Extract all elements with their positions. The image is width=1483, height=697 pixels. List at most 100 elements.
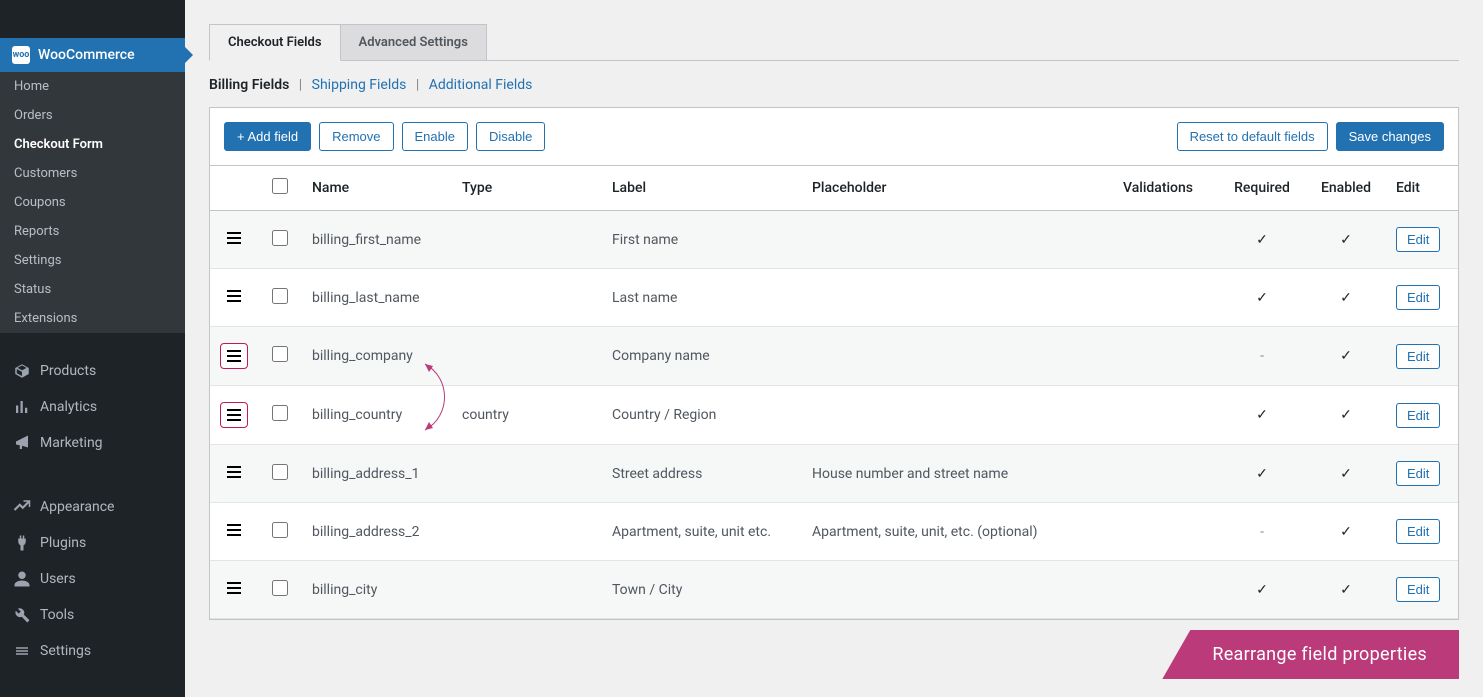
cell-label: Country / Region <box>602 386 802 445</box>
table-row: billing_company Company name -✓ Edit <box>210 327 1458 386</box>
add-field-button[interactable]: + Add field <box>224 122 311 151</box>
sidebar-item-label: Products <box>40 363 96 379</box>
table-row: billing_countrycountryCountry / Region✓✓… <box>210 386 1458 445</box>
col-name: Name <box>302 166 452 211</box>
cell-required: ✓ <box>1218 561 1306 619</box>
cell-placeholder: House number and street name <box>802 445 1098 503</box>
drag-handle-icon[interactable] <box>220 402 248 428</box>
cell-validations <box>1098 211 1218 269</box>
sidebar-item-label: Analytics <box>40 399 97 415</box>
drag-handle-icon[interactable] <box>227 582 241 594</box>
sidebar-sub-item[interactable]: Settings <box>0 246 185 275</box>
cell-name: billing_city <box>302 561 452 619</box>
table-row: billing_address_1Street addressHouse num… <box>210 445 1458 503</box>
cell-validations <box>1098 445 1218 503</box>
cell-required: ✓ <box>1218 211 1306 269</box>
sidebar-sub-item[interactable]: Status <box>0 275 185 304</box>
sidebar-sub-item[interactable]: Checkout Form <box>0 130 185 159</box>
edit-row-button[interactable]: Edit <box>1396 227 1440 252</box>
sidebar-item-products[interactable]: Products <box>0 353 185 389</box>
sidebar-item-users[interactable]: Users <box>0 561 185 597</box>
sidebar-sub-item[interactable]: Home <box>0 72 185 101</box>
cell-placeholder <box>802 327 1098 386</box>
subtab[interactable]: Additional Fields <box>429 77 533 93</box>
sidebar-item-label: Marketing <box>40 435 103 451</box>
remove-button[interactable]: Remove <box>319 122 393 151</box>
row-checkbox[interactable] <box>272 230 288 246</box>
cell-enabled: ✓ <box>1306 327 1386 386</box>
cell-enabled: ✓ <box>1306 503 1386 561</box>
tab[interactable]: Advanced Settings <box>340 24 487 60</box>
cell-validations <box>1098 503 1218 561</box>
select-all-checkbox[interactable] <box>272 178 288 194</box>
cell-label: Company name <box>602 327 802 386</box>
sidebar-sub-item[interactable]: Customers <box>0 159 185 188</box>
sidebar-item-label: Plugins <box>40 535 86 551</box>
plugins-icon <box>12 533 32 553</box>
row-checkbox[interactable] <box>272 464 288 480</box>
edit-row-button[interactable]: Edit <box>1396 461 1440 486</box>
callout-banner: Rearrange field properties <box>1162 630 1459 679</box>
sidebar-item-settings[interactable]: Settings <box>0 633 185 669</box>
edit-row-button[interactable]: Edit <box>1396 344 1440 369</box>
drag-handle-icon[interactable] <box>227 232 241 244</box>
cell-enabled: ✓ <box>1306 445 1386 503</box>
admin-sidebar: woo WooCommerce HomeOrdersCheckout FormC… <box>0 0 185 697</box>
cell-type: country <box>452 386 602 445</box>
row-checkbox[interactable] <box>272 288 288 304</box>
sidebar-parent-woocommerce[interactable]: woo WooCommerce <box>0 38 185 72</box>
drag-handle-icon[interactable] <box>227 524 241 536</box>
cell-name: billing_company <box>302 327 452 386</box>
reset-button[interactable]: Reset to default fields <box>1177 122 1328 151</box>
row-checkbox[interactable] <box>272 522 288 538</box>
sidebar-item-label: Settings <box>40 643 91 659</box>
drag-handle-icon[interactable] <box>227 290 241 302</box>
sidebar-parent-label: WooCommerce <box>38 47 135 63</box>
cell-name: billing_last_name <box>302 269 452 327</box>
edit-row-button[interactable]: Edit <box>1396 519 1440 544</box>
sidebar-sub-item[interactable]: Coupons <box>0 188 185 217</box>
toolbar: + Add field Remove Enable Disable Reset … <box>210 108 1458 165</box>
cell-label: Last name <box>602 269 802 327</box>
enable-button[interactable]: Enable <box>402 122 468 151</box>
save-button[interactable]: Save changes <box>1336 122 1444 151</box>
cell-validations <box>1098 386 1218 445</box>
sidebar-item-appearance[interactable]: Appearance <box>0 489 185 525</box>
row-checkbox[interactable] <box>272 405 288 421</box>
fields-table: Name Type Label Placeholder Validations … <box>210 165 1458 619</box>
cell-type <box>452 561 602 619</box>
subtab[interactable]: Shipping Fields <box>312 77 407 93</box>
cell-validations <box>1098 561 1218 619</box>
sidebar-sub-item[interactable]: Reports <box>0 217 185 246</box>
col-placeholder: Placeholder <box>802 166 1098 211</box>
cell-required: - <box>1218 327 1306 386</box>
edit-row-button[interactable]: Edit <box>1396 403 1440 428</box>
cell-required: ✓ <box>1218 445 1306 503</box>
cell-required: - <box>1218 503 1306 561</box>
callout-text: Rearrange field properties <box>1212 644 1427 665</box>
cell-label: Apartment, suite, unit etc. <box>602 503 802 561</box>
sidebar-item-tools[interactable]: Tools <box>0 597 185 633</box>
row-checkbox[interactable] <box>272 346 288 362</box>
edit-row-button[interactable]: Edit <box>1396 285 1440 310</box>
sidebar-item-analytics[interactable]: Analytics <box>0 389 185 425</box>
cell-required: ✓ <box>1218 269 1306 327</box>
sidebar-item-marketing[interactable]: Marketing <box>0 425 185 461</box>
subtab[interactable]: Billing Fields <box>209 77 289 93</box>
sidebar-item-label: Appearance <box>40 499 114 515</box>
drag-handle-icon[interactable] <box>227 466 241 478</box>
drag-handle-icon[interactable] <box>220 343 248 369</box>
sidebar-sub-item[interactable]: Extensions <box>0 304 185 333</box>
sidebar-item-plugins[interactable]: Plugins <box>0 525 185 561</box>
edit-row-button[interactable]: Edit <box>1396 577 1440 602</box>
main-content: Checkout FieldsAdvanced Settings Billing… <box>185 0 1483 697</box>
disable-button[interactable]: Disable <box>476 122 545 151</box>
table-row: billing_first_nameFirst name✓✓Edit <box>210 211 1458 269</box>
sidebar-sub-item[interactable]: Orders <box>0 101 185 130</box>
cell-placeholder <box>802 561 1098 619</box>
row-checkbox[interactable] <box>272 580 288 596</box>
cell-enabled: ✓ <box>1306 211 1386 269</box>
cell-type <box>452 269 602 327</box>
cell-validations <box>1098 269 1218 327</box>
tab[interactable]: Checkout Fields <box>209 24 341 61</box>
